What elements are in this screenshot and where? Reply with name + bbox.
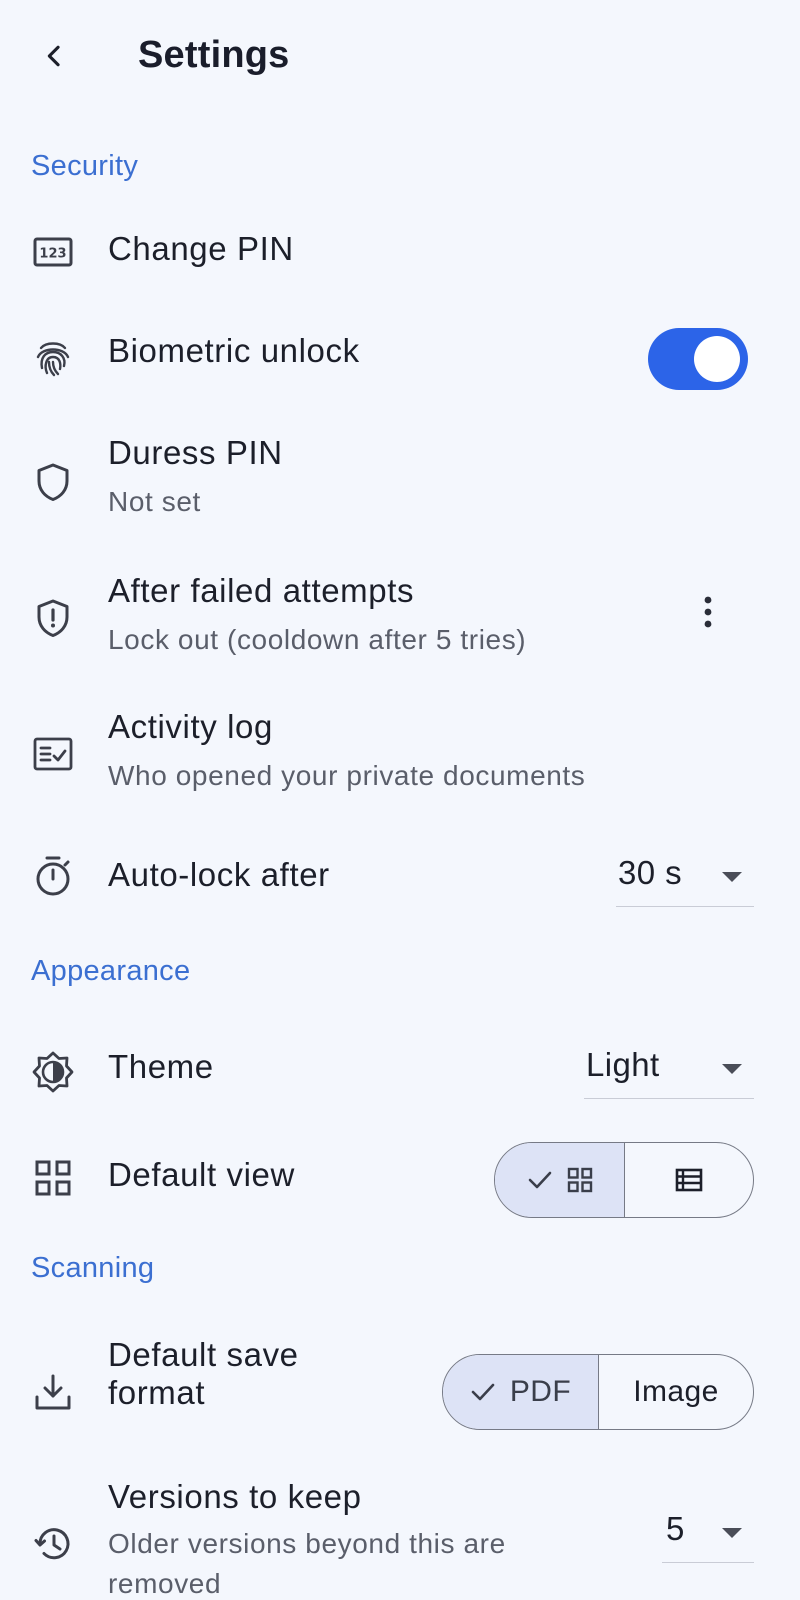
versions-label: Versions to keep [108,1478,362,1515]
activity-log-description: Who opened your private documents [108,760,586,791]
more-vert-icon [702,594,714,630]
auto-lock-row[interactable]: Auto-lock after 30 s [0,836,800,916]
more-options-button[interactable] [686,584,730,640]
svg-text:123: 123 [39,247,66,262]
failed-attempts-policy: Lock out (cooldown after 5 tries) [108,624,527,655]
theme-dropdown[interactable]: Light [584,1040,754,1099]
versions-value: 5 [666,1510,685,1547]
pdf-option[interactable]: PDF [443,1355,598,1429]
image-option-label: Image [633,1375,719,1408]
download-icon [31,1370,75,1414]
pdf-option-label: PDF [509,1375,572,1408]
switch-knob [694,336,740,382]
back-button[interactable] [30,30,78,82]
page-title: Settings [138,34,290,76]
biometric-unlock-row[interactable]: Biometric unlock [0,316,800,402]
theme-label: Theme [108,1048,214,1085]
history-icon [31,1522,75,1566]
dropdown-arrow-icon [722,872,742,882]
versions-description-line2: removed [108,1568,222,1599]
fingerprint-icon [31,336,75,380]
change-pin-row[interactable]: 123 Change PIN [0,212,800,292]
auto-lock-dropdown[interactable]: 30 s [616,848,754,907]
auto-lock-label: Auto-lock after [108,856,330,893]
grid-view-option[interactable] [495,1143,624,1217]
section-header-security: Security [31,150,139,182]
chevron-left-icon [40,42,68,70]
dropdown-arrow-icon [722,1064,742,1074]
fact-check-icon [31,732,75,776]
view-mode-toggle[interactable] [494,1142,754,1218]
biometric-unlock-label: Biometric unlock [108,332,360,369]
versions-description-line1: Older versions beyond this are [108,1528,506,1559]
theme-value: Light [586,1046,660,1083]
section-header-scanning: Scanning [31,1252,155,1284]
dropdown-arrow-icon [722,1528,742,1538]
save-format-label-line2: format [108,1374,206,1411]
section-header-appearance: Appearance [31,955,191,987]
check-icon [527,1170,553,1190]
grid-view-icon [567,1167,593,1193]
activity-log-row[interactable]: Activity log Who opened your private doc… [0,700,800,800]
grid-view-icon [31,1156,75,1200]
failed-attempts-label: After failed attempts [108,572,415,609]
brightness-icon [31,1050,75,1094]
save-format-row[interactable]: Default save format PDF Image [0,1330,800,1454]
duress-pin-label: Duress PIN [108,434,283,471]
timer-icon [31,854,75,898]
check-icon [470,1382,496,1402]
default-view-row[interactable]: Default view [0,1134,800,1224]
shield-alert-icon [31,596,75,640]
image-option[interactable]: Image [598,1355,753,1429]
duress-pin-status: Not set [108,486,201,517]
shield-icon [31,460,75,504]
failed-attempts-row[interactable]: After failed attempts Lock out (cooldown… [0,564,800,664]
duress-pin-row[interactable]: Duress PIN Not set [0,428,800,528]
versions-row[interactable]: Versions to keep Older versions beyond t… [0,1478,800,1600]
versions-dropdown[interactable]: 5 [662,1504,754,1563]
activity-log-label: Activity log [108,708,273,745]
auto-lock-value: 30 s [618,854,682,891]
pin-123-icon: 123 [31,230,75,274]
default-view-label: Default view [108,1156,295,1193]
list-view-icon [675,1168,703,1192]
app-bar: Settings [0,0,800,112]
change-pin-label: Change PIN [108,230,294,267]
list-view-option[interactable] [624,1143,753,1217]
save-format-label-line1: Default save [108,1336,299,1373]
theme-row[interactable]: Theme Light [0,1030,800,1114]
biometric-unlock-switch[interactable] [648,328,748,390]
save-format-toggle[interactable]: PDF Image [442,1354,754,1430]
